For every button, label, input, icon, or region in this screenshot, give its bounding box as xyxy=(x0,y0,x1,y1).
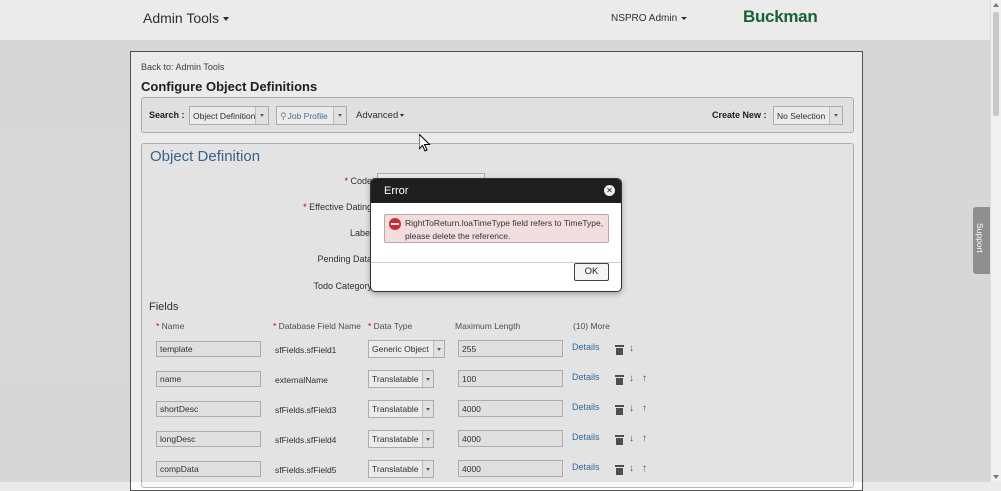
dialog-header: Error ✕ xyxy=(371,179,621,203)
close-icon[interactable]: ✕ xyxy=(604,185,615,196)
dialog-title: Error xyxy=(384,185,409,197)
scroll-up-arrow-icon[interactable] xyxy=(993,3,999,7)
scroll-thumb[interactable] xyxy=(993,12,999,116)
error-message-box: RightToReturn.loaTimeType field refers t… xyxy=(384,214,609,243)
support-label: Support xyxy=(975,223,985,253)
error-dialog: Error ✕ RightToReturn.loaTimeType field … xyxy=(370,178,622,292)
ok-button[interactable]: OK xyxy=(574,263,609,281)
support-tab[interactable]: Support xyxy=(973,207,991,274)
error-icon xyxy=(389,218,401,230)
page-scrollbar[interactable] xyxy=(990,0,1001,482)
scroll-down-arrow-icon[interactable] xyxy=(993,475,999,479)
error-message: RightToReturn.loaTimeType field refers t… xyxy=(405,218,604,241)
